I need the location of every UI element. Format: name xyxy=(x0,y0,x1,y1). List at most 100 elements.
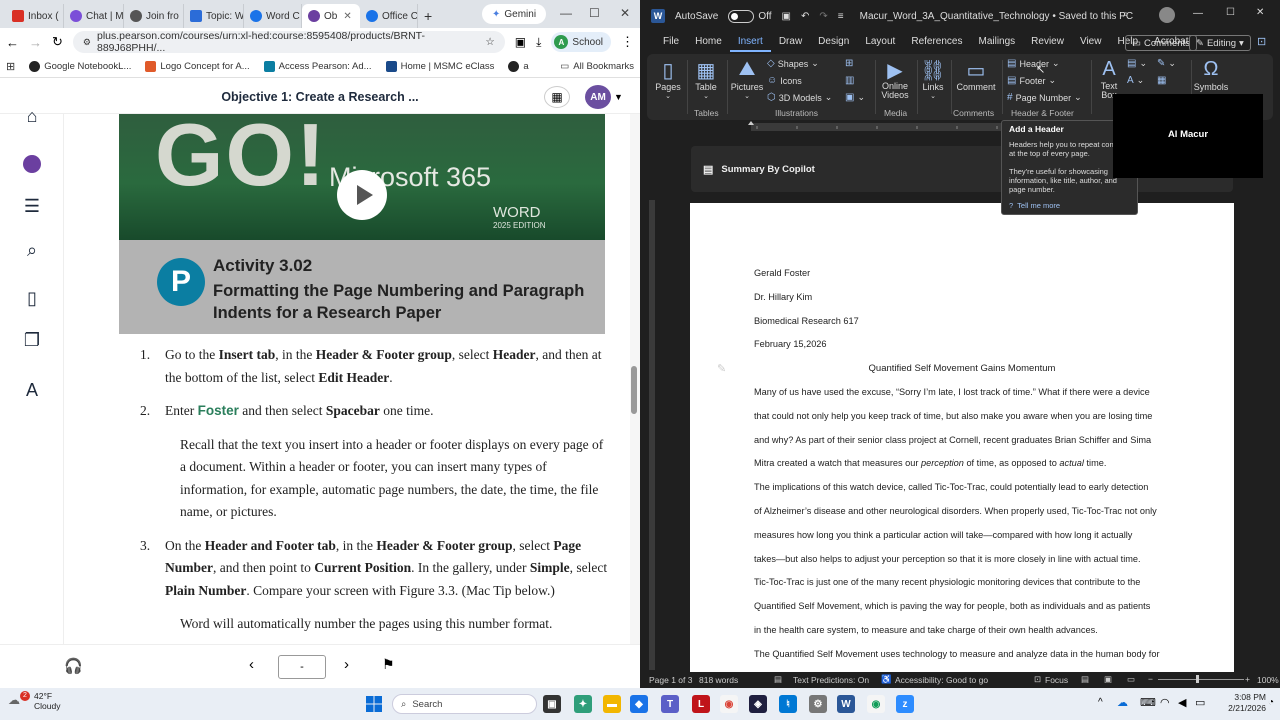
browser-tab-word[interactable]: Word C xyxy=(244,4,302,28)
apps-grid-icon[interactable]: ⊞ xyxy=(6,60,15,73)
file-explorer-icon[interactable]: ▬ xyxy=(603,695,621,713)
bookmark-logo-concept[interactable]: Logo Concept for A... xyxy=(145,61,250,72)
maximize-icon[interactable]: ☐ xyxy=(589,6,600,20)
status-words[interactable]: 818 words xyxy=(699,675,738,685)
read-mode-icon[interactable]: ▤ xyxy=(1081,674,1089,685)
cast-icon[interactable]: ▣ xyxy=(515,35,526,49)
editing-mode-button[interactable]: ✎ Editing ▾ xyxy=(1189,35,1251,51)
pages-button[interactable]: ▯ Pages ⌄ xyxy=(653,58,683,100)
show-hidden-icons-icon[interactable]: ^ xyxy=(1098,697,1103,708)
site-info-icon[interactable]: ⚙ xyxy=(83,37,91,48)
onedrive-icon[interactable]: ☁ xyxy=(1117,696,1128,709)
word-app-icon[interactable]: W xyxy=(837,695,855,713)
doc-line[interactable]: Biomedical Research 617 xyxy=(754,316,859,326)
battery-icon[interactable]: ▭ xyxy=(1195,696,1205,709)
document-page[interactable]: Gerald Foster Dr. Hillary Kim Biomedical… xyxy=(690,203,1234,673)
home-icon[interactable]: ⌂ xyxy=(20,104,44,128)
doc-line[interactable]: that could not only help you keep track … xyxy=(754,411,1152,421)
signature-line-icon[interactable]: ✎ ⌄ xyxy=(1157,58,1176,69)
links-button[interactable]: ⛓ Links ⌄ xyxy=(919,58,947,100)
doc-line[interactable]: The implications of this watch device, c… xyxy=(754,482,1148,492)
zoom-out-icon[interactable]: − xyxy=(1148,674,1153,684)
ribbon-options-icon[interactable]: ⊡ xyxy=(1257,35,1266,48)
chrome-icon[interactable]: ◉ xyxy=(720,695,738,713)
bookmark-msmc-eclass[interactable]: Home | MSMC eClass xyxy=(385,61,494,72)
table-of-contents-icon[interactable]: ☰ xyxy=(20,194,44,218)
qr-code-button[interactable]: ▦ xyxy=(544,86,570,108)
vertical-ruler[interactable] xyxy=(647,140,657,672)
shapes-button[interactable]: ◇ Shapes ⌄ xyxy=(767,58,819,69)
focus-button[interactable]: Focus xyxy=(1045,675,1068,685)
undo-icon[interactable]: ↶ xyxy=(801,11,809,22)
close-window-icon[interactable]: ✕ xyxy=(620,6,630,20)
browser-tab-objective-active[interactable]: Ob ✕ xyxy=(302,4,360,28)
autosave-toggle[interactable] xyxy=(728,9,755,23)
doc-line[interactable]: measures how long you think a particular… xyxy=(754,530,1132,540)
bookmark-star-icon[interactable]: ☆ xyxy=(485,36,494,48)
browser-tab-inbox[interactable]: Inbox ( xyxy=(6,4,64,28)
tab-review[interactable]: Review xyxy=(1023,32,1072,52)
doc-line[interactable]: of Alzheimer’s disease and other neurolo… xyxy=(754,506,1157,516)
doc-line[interactable]: and why? As part of their senior class p… xyxy=(754,435,1151,445)
teams-icon[interactable]: T xyxy=(661,695,679,713)
web-layout-icon[interactable]: ▭ xyxy=(1127,674,1135,685)
browser-tab-chat[interactable]: Chat | M xyxy=(64,4,124,28)
online-videos-button[interactable]: ▶ Online Videos xyxy=(877,58,913,100)
doc-title[interactable]: Quantified Self Movement Gains Momentum xyxy=(690,363,1234,374)
lockdown-browser-icon[interactable]: L xyxy=(692,695,710,713)
taskbar-clock[interactable]: 3:08 PM 2/21/2026 xyxy=(1214,692,1266,714)
browser-app-icon[interactable]: ◆ xyxy=(630,695,648,713)
bookmark-access-pearson[interactable]: Access Pearson: Ad... xyxy=(263,61,372,72)
pictures-button[interactable]: ⛰ Pictures ⌄ xyxy=(729,58,765,100)
windows-start-icon[interactable] xyxy=(366,696,382,712)
date-time-icon[interactable]: ▦ xyxy=(1157,75,1166,86)
doc-line[interactable]: Gerald Foster xyxy=(754,268,810,278)
ai-assistant-icon[interactable] xyxy=(20,152,44,176)
wordart-icon[interactable]: A ⌄ xyxy=(1127,75,1144,86)
text-size-icon[interactable]: A xyxy=(20,378,44,402)
chevron-left-icon[interactable]: ‹ xyxy=(249,656,254,673)
all-bookmarks-button[interactable]: ▭ All Bookmarks xyxy=(560,61,634,72)
header-button[interactable]: ▤ Header ⌄ xyxy=(1007,58,1060,69)
taskbar-search[interactable]: ⌕ Search xyxy=(392,694,537,714)
volume-icon[interactable]: ◀ xyxy=(1178,696,1186,709)
search-icon[interactable]: ⌕ xyxy=(20,238,44,262)
reload-icon[interactable]: ↻ xyxy=(52,34,63,50)
flashcards-icon[interactable]: ❐ xyxy=(20,328,44,352)
doc-line[interactable]: in the health care system, to measure an… xyxy=(754,625,1098,635)
search-icon[interactable]: ⌕ xyxy=(1123,9,1129,20)
avatar[interactable]: AM xyxy=(585,85,611,109)
editor-pen-icon[interactable]: ✎ xyxy=(717,362,726,375)
doc-line[interactable]: Tic-Toc-Trac is just one of the many rec… xyxy=(754,577,1140,587)
status-accessibility[interactable]: Accessibility: Good to go xyxy=(895,675,988,685)
tab-file[interactable]: File xyxy=(655,32,687,52)
tab-mailings[interactable]: Mailings xyxy=(970,32,1023,52)
notebook-icon[interactable]: ▯ xyxy=(20,286,44,310)
doc-line[interactable]: February 15,2026 xyxy=(754,339,827,349)
tab-design[interactable]: Design xyxy=(810,32,857,52)
status-text-predictions[interactable]: Text Predictions: On xyxy=(793,675,869,685)
menu-kebab-icon[interactable]: ⋮ xyxy=(621,34,634,50)
tab-insert[interactable]: Insert xyxy=(729,32,771,52)
footer-button[interactable]: ▤ Footer ⌄ xyxy=(1007,75,1056,86)
weather-icon[interactable]: ☁ xyxy=(8,693,20,707)
url-field[interactable]: ⚙ plus.pearson.com/courses/urn:xl-hed:cou… xyxy=(72,30,505,54)
minimize-icon[interactable]: — xyxy=(1193,8,1203,19)
download-icon[interactable]: ⤓ xyxy=(536,35,541,50)
save-icon[interactable]: ▣ xyxy=(782,11,791,22)
icons-button[interactable]: ☺ Icons xyxy=(767,75,802,86)
weather-widget[interactable]: 42°F Cloudy xyxy=(34,691,60,711)
back-icon[interactable]: ← xyxy=(6,35,19,50)
zoom-slider[interactable] xyxy=(1158,679,1244,680)
tab-layout[interactable]: Layout xyxy=(857,32,903,52)
task-view-icon[interactable]: ▣ xyxy=(543,695,561,713)
zoom-app-icon[interactable]: z xyxy=(896,695,914,713)
minimize-icon[interactable]: — xyxy=(560,6,572,20)
zoom-slider-thumb[interactable] xyxy=(1196,675,1199,683)
redo-icon[interactable]: ↷ xyxy=(819,11,827,22)
tab-draw[interactable]: Draw xyxy=(771,32,810,52)
doc-line[interactable]: The Quantified Self Movement uses techno… xyxy=(754,649,1160,659)
doc-line[interactable]: Dr. Hillary Kim xyxy=(754,292,812,302)
copilot-app-icon[interactable]: ✦ xyxy=(574,695,592,713)
close-window-icon[interactable]: ✕ xyxy=(1256,7,1264,18)
